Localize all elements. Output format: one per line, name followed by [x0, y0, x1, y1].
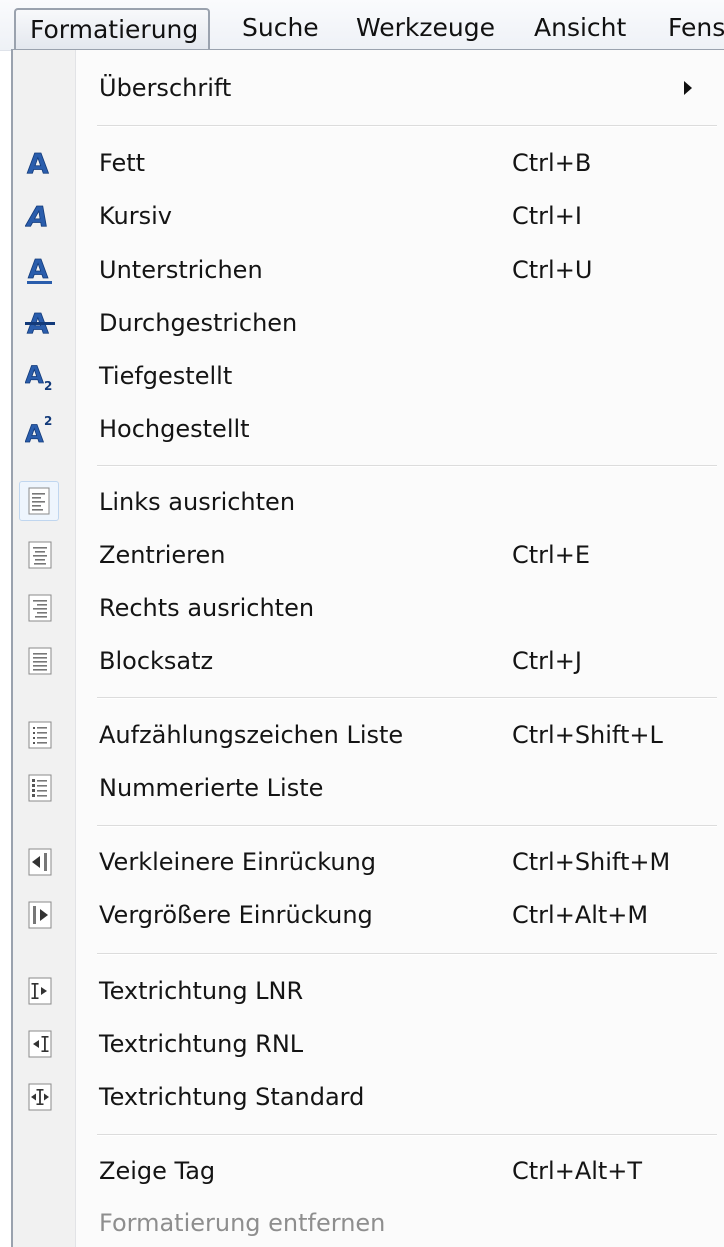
menu-item-shortcut: Ctrl+I [512, 202, 582, 230]
svg-text:A: A [28, 255, 48, 285]
superscript-icon: A2 [25, 414, 55, 448]
menu-suche[interactable]: Suche [242, 11, 319, 45]
menu-item-verkleinere-einrueckung[interactable]: Verkleinere Einrückung Ctrl+Shift+M [13, 838, 724, 886]
menu-item-shortcut: Ctrl+Shift+L [512, 721, 663, 749]
menu-item-tiefgestellt[interactable]: A2 Tiefgestellt [13, 352, 724, 400]
separator [97, 953, 717, 955]
menu-item-label: Textrichtung RNL [99, 1030, 304, 1058]
menu-item-zentrieren[interactable]: Zentrieren Ctrl+E [13, 531, 724, 579]
menu-item-label: Aufzählungszeichen Liste [99, 721, 404, 749]
menu-item-label: Vergrößere Einrückung [99, 901, 373, 929]
menu-item-hochgestellt[interactable]: A2 Hochgestellt [13, 405, 724, 453]
separator [97, 125, 717, 127]
menu-item-label: Rechts ausrichten [99, 594, 315, 622]
menu-ansicht[interactable]: Ansicht [534, 11, 626, 45]
text-direction-default-icon [25, 1082, 55, 1112]
menu-item-textrichtung-standard[interactable]: Textrichtung Standard [13, 1073, 724, 1121]
align-right-icon [25, 593, 55, 623]
menu-item-label: Blocksatz [99, 647, 214, 675]
menu-item-ueberschrift[interactable]: Überschrift [13, 64, 724, 112]
submenu-arrow-icon [684, 81, 692, 95]
italic-icon: A [25, 200, 55, 234]
menu-item-label: Nummerierte Liste [99, 774, 324, 802]
menu-item-label: Überschrift [99, 74, 232, 102]
svg-text:A: A [25, 420, 44, 444]
superscript-digit: 2 [44, 414, 52, 428]
align-center-icon [25, 540, 55, 570]
menu-item-unterstrichen[interactable]: A Unterstrichen Ctrl+U [13, 246, 724, 294]
menu-item-label: Kursiv [99, 202, 172, 230]
menu-item-shortcut: Ctrl+Alt+T [512, 1157, 643, 1185]
svg-text:A: A [27, 148, 49, 178]
menu-item-shortcut: Ctrl+Shift+M [512, 848, 671, 876]
menu-item-shortcut: Ctrl+B [512, 149, 592, 177]
menu-item-zeige-tag[interactable]: Zeige Tag Ctrl+Alt+T [13, 1147, 724, 1195]
separator [97, 697, 717, 699]
menu-item-label: Textrichtung LNR [99, 977, 304, 1005]
menu-item-aufzaehlungszeichen-liste[interactable]: Aufzählungszeichen Liste Ctrl+Shift+L [13, 711, 724, 759]
formatierung-dropdown: Überschrift A Fett Ctrl+B A Kursiv Ctrl+… [11, 49, 724, 1247]
menu-werkzeuge[interactable]: Werkzeuge [356, 11, 495, 45]
menu-item-kursiv[interactable]: A Kursiv Ctrl+I [13, 192, 724, 240]
menu-item-nummerierte-liste[interactable]: Nummerierte Liste [13, 764, 724, 812]
text-direction-ltr-icon [25, 976, 55, 1006]
menu-item-label: Durchgestrichen [99, 309, 298, 337]
menu-item-label: Verkleinere Einrückung [99, 848, 377, 876]
menu-item-blocksatz[interactable]: Blocksatz Ctrl+J [13, 637, 724, 685]
menu-fenster[interactable]: Fens [668, 11, 724, 45]
bullet-list-icon [25, 720, 55, 750]
separator [97, 465, 717, 467]
menu-item-shortcut: Ctrl+J [512, 647, 582, 675]
menu-item-links-ausrichten[interactable]: Links ausrichten [13, 478, 724, 526]
menu-item-label: Unterstrichen [99, 256, 263, 284]
menu-item-label: Textrichtung Standard [99, 1083, 365, 1111]
menu-bar: Formatierung Suche Werkzeuge Ansicht Fen… [0, 0, 724, 51]
svg-text:A: A [25, 201, 49, 231]
menu-item-fett[interactable]: A Fett Ctrl+B [13, 139, 724, 187]
align-justify-icon [25, 646, 55, 676]
menu-item-label: Fett [99, 149, 146, 177]
menu-item-shortcut: Ctrl+E [512, 541, 590, 569]
menu-item-label: Zeige Tag [99, 1157, 216, 1185]
menu-item-vergroessere-einrueckung[interactable]: Vergrößere Einrückung Ctrl+Alt+M [13, 891, 724, 939]
menu-item-label: Formatierung entfernen [99, 1209, 386, 1237]
separator [97, 1134, 717, 1136]
numbered-list-icon [25, 773, 55, 803]
menu-item-rechts-ausrichten[interactable]: Rechts ausrichten [13, 584, 724, 632]
outdent-icon [25, 847, 55, 877]
menu-item-label: Links ausrichten [99, 488, 296, 516]
menu-item-durchgestrichen[interactable]: A Durchgestrichen [13, 299, 724, 347]
menu-item-label: Zentrieren [99, 541, 226, 569]
underline-icon: A [25, 255, 55, 285]
menu-item-textrichtung-rnl[interactable]: Textrichtung RNL [13, 1020, 724, 1068]
menu-item-textrichtung-lnr[interactable]: Textrichtung LNR [13, 967, 724, 1015]
subscript-digit: 2 [44, 379, 52, 391]
menu-item-formatierung-entfernen: Formatierung entfernen [13, 1199, 724, 1247]
svg-text:A: A [25, 361, 44, 389]
text-direction-rtl-icon [25, 1029, 55, 1059]
menu-item-shortcut: Ctrl+U [512, 256, 593, 284]
align-left-icon [19, 481, 59, 521]
menu-formatierung[interactable]: Formatierung [14, 8, 211, 50]
indent-icon [25, 900, 55, 930]
menu-item-label: Hochgestellt [99, 415, 250, 443]
strikethrough-icon: A [25, 307, 55, 340]
bold-icon: A [25, 147, 55, 181]
menu-item-shortcut: Ctrl+Alt+M [512, 901, 649, 929]
menu-item-label: Tiefgestellt [99, 362, 233, 390]
separator [97, 825, 717, 827]
subscript-icon: A2 [25, 361, 55, 393]
